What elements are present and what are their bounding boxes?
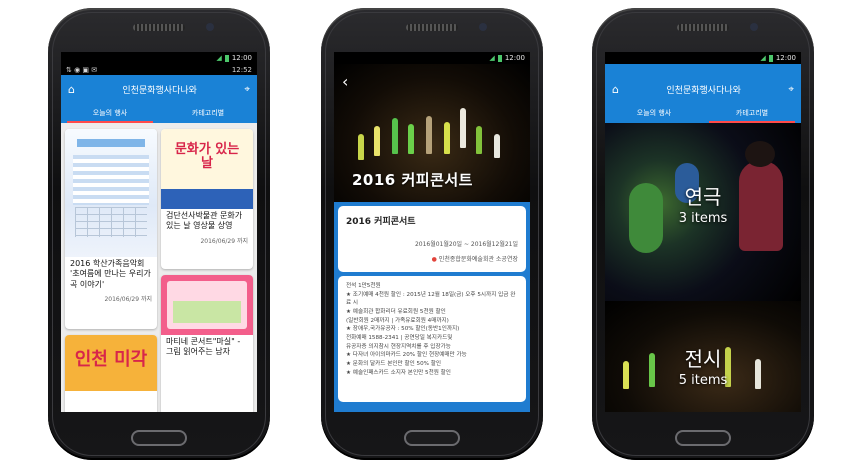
event-grid: 2016 학산가족음악회 '초여름에 만나는 우리가곡 이야기' 2016/06…: [61, 123, 257, 412]
event-poster: 문화가 있는 날: [161, 129, 253, 209]
status-time: 12:00: [775, 54, 796, 62]
venue-text: 인천종합문화예술회관 소공연장: [438, 256, 518, 263]
event-date: 2016/06/29 까지: [200, 237, 248, 245]
detail-line: ★ 예술회관 합화리더 유료회원 5천원 할인: [346, 308, 446, 315]
category-list: 연극 3 items 전시 5 items: [605, 123, 801, 412]
location-pin-icon: ●: [431, 256, 437, 263]
event-card[interactable]: 마티네 콘서트"마실" - 그림 읽어주는 남자: [161, 275, 253, 412]
event-poster: [161, 275, 253, 335]
poster-text: 문화가 있는 날: [174, 142, 240, 171]
speaker-grille: [677, 24, 729, 31]
battery-icon: [224, 54, 229, 62]
tab-bar: 오늘의 행사 카테고리별: [605, 103, 801, 123]
back-arrow-icon[interactable]: ‹: [342, 72, 348, 91]
status-bar-spacer: [605, 64, 801, 75]
event-title: 검단선사박물관 문화가 있는 날 영상물 상영: [166, 211, 243, 231]
event-summary-card: 2016 커피콘서트 2016월01월20일 ~ 2016월12월21일 ● 인…: [338, 206, 526, 272]
app-title: 인천문화행사다나와: [666, 85, 741, 96]
category-name: 전시: [684, 347, 722, 371]
home-icon[interactable]: ⌂: [612, 83, 619, 96]
event-detail-body: 2016 커피콘서트 2016월01월20일 ~ 2016월12월21일 ● 인…: [334, 202, 530, 412]
map-icon[interactable]: ⌖: [244, 84, 250, 95]
event-venue[interactable]: ● 인천종합문화예술회관 소공연장: [346, 254, 518, 263]
screen-today-events: ◢ 12:00 ⇅ ◉ ▣ ✉ 12:52 ⌂ 인천문화행사다나와 ⌖ 오늘의 …: [61, 52, 257, 412]
event-period: 2016월01월20일 ~ 2016월12월21일: [414, 241, 518, 248]
category-label: 전시 5 items: [605, 343, 801, 388]
app-bar: ⌂ 인천문화행사다나와 ⌖: [605, 75, 801, 103]
status-time: 12:00: [504, 54, 525, 62]
category-count: 3 items: [678, 211, 728, 226]
wifi-icon: ◢: [489, 54, 495, 62]
app-title: 인천문화행사다나와: [122, 85, 197, 96]
status-time-secondary: 12:52: [231, 65, 252, 74]
hardware-home-button[interactable]: [404, 430, 460, 446]
wifi-icon: ◢: [760, 54, 766, 62]
event-title: 마티네 콘서트"마실" - 그림 읽어주는 남자: [166, 337, 241, 357]
status-bar-top: ◢ 12:00: [334, 52, 530, 64]
hero-title: 2016 커피콘서트: [352, 171, 473, 189]
screen-categories: ◢ 12:00 ⌂ 인천문화행사다나와 ⌖ 오늘의 행사 카테고리별 연극 3 …: [605, 52, 801, 412]
event-hero-image: ‹ 2016 커피콘서트: [334, 64, 530, 202]
status-bar-notifications: ⇅ ◉ ▣ ✉ 12:52: [61, 64, 257, 75]
event-title: 2016 커피콘서트: [346, 217, 416, 227]
speaker-grille: [133, 24, 185, 31]
category-tile-exhibition[interactable]: 전시 5 items: [605, 301, 801, 412]
detail-line: ★ 다자녀 아이의마카드 20% 할인 현장예매만 가능: [346, 352, 467, 359]
detail-line: 전화예매 1588-2341 | 공연당일 복지카드및: [346, 334, 453, 341]
detail-line: 유공자증 의지참시 현장지역치를 후 입장가능: [346, 343, 451, 350]
status-bar-top: ◢ 12:00: [605, 52, 801, 64]
tab-category[interactable]: 카테고리별: [159, 103, 257, 123]
battery-icon: [497, 54, 502, 62]
phone-frame-1: ◢ 12:00 ⇅ ◉ ▣ ✉ 12:52 ⌂ 인천문화행사다나와 ⌖ 오늘의 …: [48, 8, 270, 460]
map-icon[interactable]: ⌖: [788, 84, 794, 95]
status-time: 12:00: [231, 54, 252, 62]
event-poster: [65, 129, 157, 257]
detail-line: ★ 조기예매 4천원 할인 : 2015년 12월 18일(금) 오후 5시까지…: [346, 291, 516, 307]
notification-icons: ⇅ ◉ ▣ ✉: [66, 65, 98, 74]
hardware-home-button[interactable]: [131, 430, 187, 446]
detail-line: (일반회원 2매까지 | 가족유료회원 4매까지): [346, 317, 449, 324]
tab-bar: 오늘의 행사 카테고리별: [61, 103, 257, 123]
front-camera: [479, 23, 487, 31]
front-camera: [750, 23, 758, 31]
front-camera: [206, 23, 214, 31]
category-count: 5 items: [678, 373, 728, 388]
tab-category[interactable]: 카테고리별: [703, 103, 801, 123]
category-label: 연극 3 items: [605, 181, 801, 226]
event-poster: 인천 미각: [65, 335, 157, 391]
event-card[interactable]: 인천 미각: [65, 335, 157, 412]
home-icon[interactable]: ⌂: [68, 83, 75, 96]
status-bar-top: ◢ 12:00: [61, 52, 257, 64]
category-tile-theater[interactable]: 연극 3 items: [605, 123, 801, 301]
event-description-card: 전석 1만5천원 ★ 조기예매 4천원 할인 : 2015년 12월 18일(금…: [338, 276, 526, 402]
tab-today[interactable]: 오늘의 행사: [61, 103, 159, 123]
phone-frame-3: ◢ 12:00 ⌂ 인천문화행사다나와 ⌖ 오늘의 행사 카테고리별 연극 3 …: [592, 8, 814, 460]
poster-text: 인천 미각: [74, 349, 148, 370]
detail-line: 전석 1만5천원: [346, 283, 381, 289]
phone-frame-2: ◢ 12:00 ‹ 2016 커피콘서트 2016 커피콘서트 2016월01월…: [321, 8, 543, 460]
app-bar: ⌂ 인천문화행사다나와 ⌖: [61, 75, 257, 103]
event-title: 2016 학산가족음악회 '초여름에 만나는 우리가곡 이야기': [70, 259, 151, 289]
event-card[interactable]: 문화가 있는 날 검단선사박물관 문화가 있는 날 영상물 상영 2016/06…: [161, 129, 253, 269]
tab-today[interactable]: 오늘의 행사: [605, 103, 703, 123]
wifi-icon: ◢: [216, 54, 222, 62]
detail-line: ★ 장애우,국가유공자 : 50% 할인(동반1인까지): [346, 326, 460, 333]
detail-line: ★ 문화의 달카드 본인만 할인 50% 할인: [346, 360, 442, 367]
speaker-grille: [406, 24, 458, 31]
hardware-home-button[interactable]: [675, 430, 731, 446]
category-name: 연극: [684, 185, 722, 209]
detail-line: ★ 예술인패스카드 소지자 본인만 5천원 할인: [346, 369, 451, 376]
screen-event-detail: ◢ 12:00 ‹ 2016 커피콘서트 2016 커피콘서트 2016월01월…: [334, 52, 530, 412]
battery-icon: [768, 54, 773, 62]
event-card[interactable]: 2016 학산가족음악회 '초여름에 만나는 우리가곡 이야기' 2016/06…: [65, 129, 157, 329]
event-date: 2016/06/29 까지: [104, 296, 152, 304]
